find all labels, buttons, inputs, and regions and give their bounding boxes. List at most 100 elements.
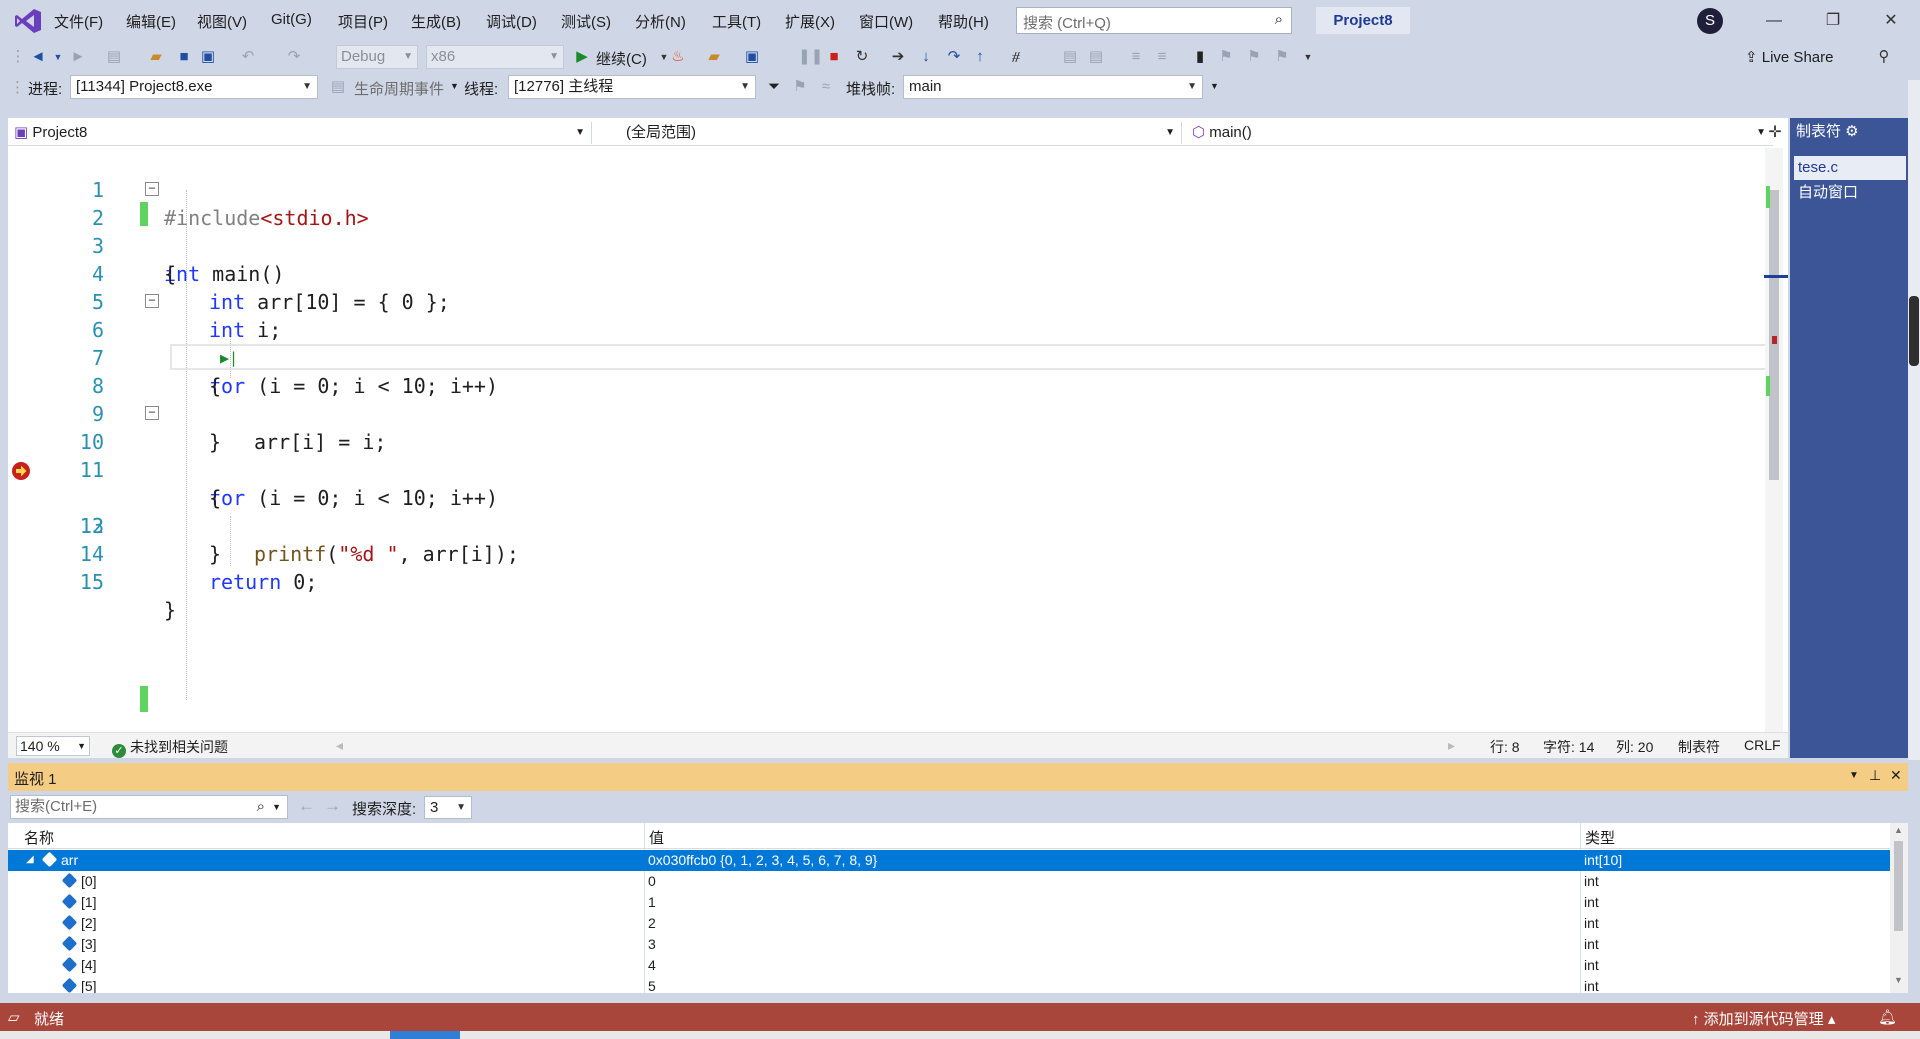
watch-row[interactable]: [1] 1 int (8, 892, 1890, 913)
show-next-statement-icon[interactable]: ➔ (888, 46, 908, 68)
menu-analyze[interactable]: 分析(N) (635, 11, 686, 31)
pin-icon[interactable]: ⊥ (1869, 767, 1881, 784)
watch-row[interactable]: [0] 0 int (8, 871, 1890, 892)
watch-vertical-scrollbar[interactable]: ▲ ▼ (1890, 823, 1908, 993)
toolbar2-grip-icon[interactable]: ⋮ (10, 78, 25, 98)
code-editor[interactable]: 1 #include<stdio.h> 2 − int main() 3 { 4… (8, 148, 1770, 732)
eol-indicator[interactable]: CRLF (1744, 737, 1781, 753)
restore-icon[interactable]: ❐ (1818, 9, 1848, 33)
run-to-click-icon[interactable]: ▶| (220, 344, 238, 372)
live-share-button[interactable]: ⇪ Live Share (1745, 48, 1833, 66)
settings-gear-icon[interactable]: ⚙ (1841, 123, 1858, 140)
find-in-files-icon[interactable]: ▰ (704, 46, 724, 68)
lifecycle-events-button[interactable]: 生命周期事件 (354, 78, 444, 98)
close-panel-icon[interactable]: ✕ (1890, 767, 1902, 784)
menu-window[interactable]: 窗口(W) (859, 11, 913, 31)
watch-row[interactable]: [2] 2 int (8, 913, 1890, 934)
scroll-down-icon[interactable]: ▼ (1894, 975, 1903, 985)
watch-row-arr[interactable]: ◢ arr 0x030ffcb0 {0, 1, 2, 3, 4, 5, 6, 7… (8, 850, 1890, 871)
search-options-icon[interactable]: ▼ (272, 796, 281, 818)
thread-select[interactable]: [12776] 主线程 ▼ (508, 75, 756, 99)
scroll-up-icon[interactable]: ▲ (1894, 825, 1903, 835)
feedback-icon[interactable]: ⚲ (1874, 46, 1894, 68)
search-forward-icon[interactable]: → (324, 796, 341, 816)
scroll-right-icon[interactable]: ▸ (1448, 737, 1455, 754)
notifications-bell-icon[interactable]: 🔔︎ (1878, 1008, 1897, 1026)
menu-project[interactable]: 项目(P) (338, 11, 388, 31)
comment-icon[interactable]: ▤ (1060, 46, 1080, 68)
split-window-icon[interactable]: ✛ (1764, 122, 1786, 144)
output-window-icon[interactable]: ▱ (8, 1008, 20, 1026)
menu-help[interactable]: 帮助(H) (938, 11, 989, 31)
step-into-icon[interactable]: ↓ (916, 46, 936, 68)
watch-row[interactable]: [3] 3 int (8, 934, 1890, 955)
col-type-header[interactable]: 类型 (1585, 827, 1615, 848)
save-icon[interactable]: ■ (174, 46, 194, 68)
collapse-icon[interactable]: − (145, 182, 159, 196)
menu-test[interactable]: 测试(S) (561, 11, 611, 31)
stack-frame-select[interactable]: main ▼ (903, 75, 1203, 99)
menu-edit[interactable]: 编辑(E) (126, 11, 176, 31)
toolbar-overflow-icon[interactable]: ▼ (1298, 46, 1318, 68)
outdent-icon[interactable]: ≡ (1152, 46, 1172, 68)
step-out-icon[interactable]: ↑ (970, 46, 990, 68)
panel-menu-icon[interactable]: ▼ (1849, 770, 1859, 781)
menu-build[interactable]: 生成(B) (411, 11, 461, 31)
visual-studio-logo-icon[interactable] (14, 8, 42, 34)
new-project-icon[interactable]: ▤ (104, 46, 124, 68)
nav-project-select[interactable]: ▣ Project8 ▼ (8, 122, 592, 144)
continue-button[interactable]: 继续(C) (596, 48, 647, 68)
stop-icon[interactable]: ■ (824, 46, 844, 68)
back-icon[interactable]: ◄ (28, 46, 48, 68)
step-over-icon[interactable]: ↷ (944, 46, 964, 68)
clear-bookmarks-icon[interactable]: ⚑ (1272, 46, 1292, 68)
search-back-icon[interactable]: ← (298, 796, 315, 816)
save-all-icon[interactable]: ▣ (198, 46, 218, 68)
process-select[interactable]: [11344] Project8.exe ▼ (70, 75, 318, 99)
expand-arrow-icon[interactable]: ◢ (26, 854, 34, 865)
collapse-icon[interactable]: − (145, 406, 159, 420)
continue-play-icon[interactable]: ▶ (572, 46, 592, 68)
lifecycle-icon[interactable]: ▤ (328, 76, 348, 98)
menu-extensions[interactable]: 扩展(X) (785, 11, 835, 31)
instruction-pointer-icon[interactable] (11, 461, 31, 481)
back-dropdown-icon[interactable]: ▼ (48, 46, 68, 68)
undo-icon[interactable]: ↶ (238, 46, 258, 68)
bookmark-icon[interactable]: ▮ (1190, 46, 1210, 68)
menu-file[interactable]: 文件(F) (54, 11, 103, 31)
prev-bookmark-icon[interactable]: ⚑ (1216, 46, 1236, 68)
menu-git[interactable]: Git(G) (271, 11, 312, 31)
global-search-input[interactable]: 搜索 (Ctrl+Q) ⌕ (1016, 7, 1292, 34)
watch-search-input[interactable]: 搜索(Ctrl+E) ⌕ ▼ (10, 795, 288, 819)
nav-function-select[interactable]: ⬡ main() ▼ (1186, 122, 1772, 144)
tabs-indicator[interactable]: 制表符 (1678, 737, 1720, 757)
platform-select[interactable]: x86 ▼ (426, 45, 564, 69)
flag-icon[interactable]: ⚑ (790, 76, 810, 98)
issues-indicator[interactable]: ✓ 未找到相关问题 (112, 737, 228, 758)
scroll-left-icon[interactable]: ◂ (336, 737, 343, 754)
configuration-select[interactable]: Debug ▼ (336, 45, 418, 69)
redo-icon[interactable]: ↷ (284, 46, 304, 68)
lifecycle-dropdown-icon[interactable]: ▼ (450, 81, 459, 101)
col-name-header[interactable]: 名称 (24, 827, 54, 848)
menu-debug[interactable]: 调试(D) (486, 11, 537, 31)
open-folder-icon[interactable]: ▰ (146, 46, 166, 68)
account-avatar[interactable]: S (1697, 8, 1723, 34)
nav-scope-select[interactable]: (全局范围) ▼ (596, 122, 1182, 144)
forward-icon[interactable]: ► (68, 46, 88, 68)
toolbar2-overflow-icon[interactable]: ▼ (1210, 81, 1219, 101)
search-depth-select[interactable]: 3 ▼ (424, 796, 472, 819)
toolbar-grip-icon[interactable]: ⋮ (8, 46, 28, 68)
indent-icon[interactable]: ≡ (1126, 46, 1146, 68)
minimize-icon[interactable]: — (1759, 9, 1789, 33)
next-bookmark-icon[interactable]: ⚑ (1244, 46, 1264, 68)
watch-scroll-thumb[interactable] (1894, 841, 1903, 931)
filter-icon[interactable]: ⏷ (764, 76, 784, 98)
menu-tools[interactable]: 工具(T) (712, 11, 761, 31)
show-threads-icon[interactable]: ≈ (816, 76, 836, 98)
editor-scroll-thumb[interactable] (1769, 190, 1779, 480)
uncomment-icon[interactable]: ▤ (1086, 46, 1106, 68)
outer-scroll-thumb[interactable] (1909, 296, 1919, 366)
tab-tese-c[interactable]: tese.c (1794, 156, 1906, 180)
watch-row[interactable]: [4] 4 int (8, 955, 1890, 976)
